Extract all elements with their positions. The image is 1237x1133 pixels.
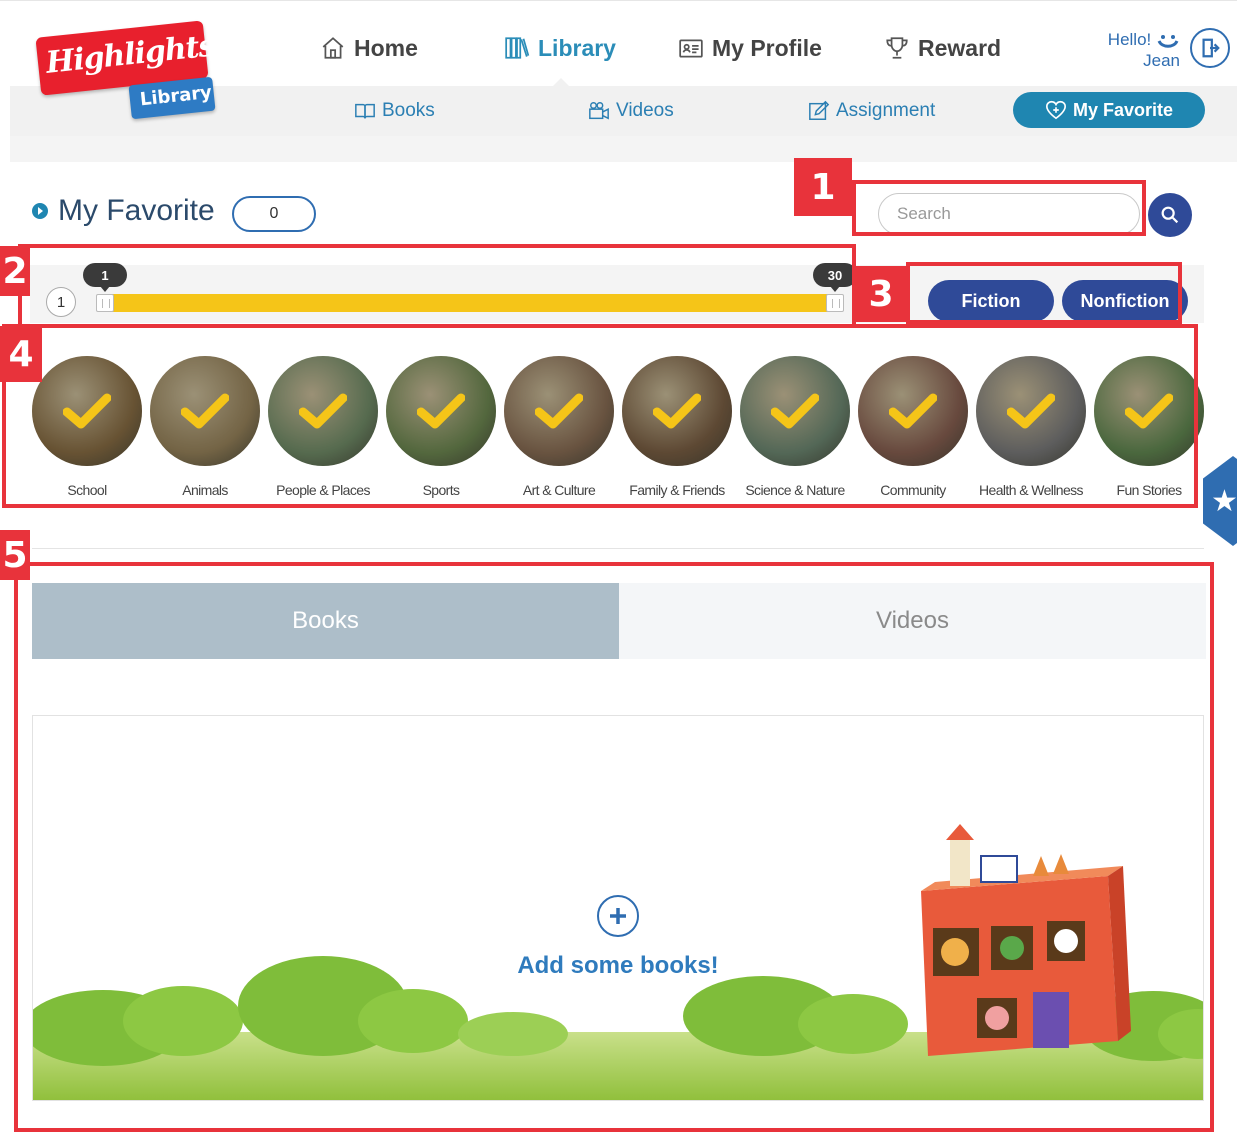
nav-reward[interactable]: Reward [884,31,1001,65]
subnav-my-favorite-label: My Favorite [1072,99,1174,120]
logo-sub-text: Library [138,81,213,111]
book-icon [355,103,375,119]
logo-main-text: Highlights [44,28,216,81]
subnav-videos[interactable]: Videos [588,98,674,124]
house-icon [322,37,344,59]
annotation-box-5 [14,562,1214,1132]
annotation-box-3 [906,262,1182,324]
subnav-assignment[interactable]: Assignment [808,98,935,124]
search-icon [1161,206,1179,224]
subnav-books-label: Books [382,100,435,121]
subnav-books[interactable]: Books [354,98,435,124]
bullet-arrow-icon [32,203,48,219]
logout-button[interactable] [1190,28,1230,68]
page-title-text: My Favorite [58,194,215,227]
nav-my-profile-label: My Profile [712,34,822,61]
nav-library[interactable]: Library [504,31,616,65]
greeting-text: Hello! [1107,30,1152,49]
subnav-my-favorite[interactable]: My Favorite [1013,92,1205,128]
annotation-label-5: 5 [0,530,30,580]
nav-library-label: Library [538,34,616,61]
subnav-videos-label: Videos [616,100,674,121]
video-icon [589,102,609,120]
annotation-box-1 [852,180,1146,236]
nav-my-profile[interactable]: My Profile [678,31,822,65]
smile-icon [1157,34,1179,48]
trophy-icon [886,37,908,59]
favorite-count-badge: 0 [232,196,316,232]
annotation-box-4 [2,324,1198,508]
highlights-library-logo[interactable]: Highlights Library [35,20,218,125]
decorative-band [10,136,1237,162]
nav-home[interactable]: Home [320,31,418,65]
heart-plus-icon [1045,100,1066,120]
annotation-label-4: 4 [0,326,42,382]
subnav-assignment-label: Assignment [836,100,936,121]
logo-sub-badge: Library [128,76,216,120]
star-icon: ★ [1211,484,1237,519]
logout-icon [1202,38,1220,58]
annotation-label-2: 2 [0,246,30,296]
edit-icon [809,100,830,120]
search-button[interactable] [1148,193,1192,237]
user-name: Jean [1143,51,1180,70]
user-greeting: Hello! Jean [1098,29,1180,71]
books-icon [505,37,530,59]
annotation-box-2 [18,244,856,328]
top-nav: Highlights Library Home Library My Profi… [0,0,1237,120]
section-divider [32,548,1204,549]
nav-home-label: Home [354,34,418,61]
annotation-label-3: 3 [856,266,906,322]
page-title: My Favorite [32,194,215,228]
id-card-icon [679,39,703,58]
nav-reward-label: Reward [918,34,1002,61]
annotation-label-1: 1 [794,158,852,216]
